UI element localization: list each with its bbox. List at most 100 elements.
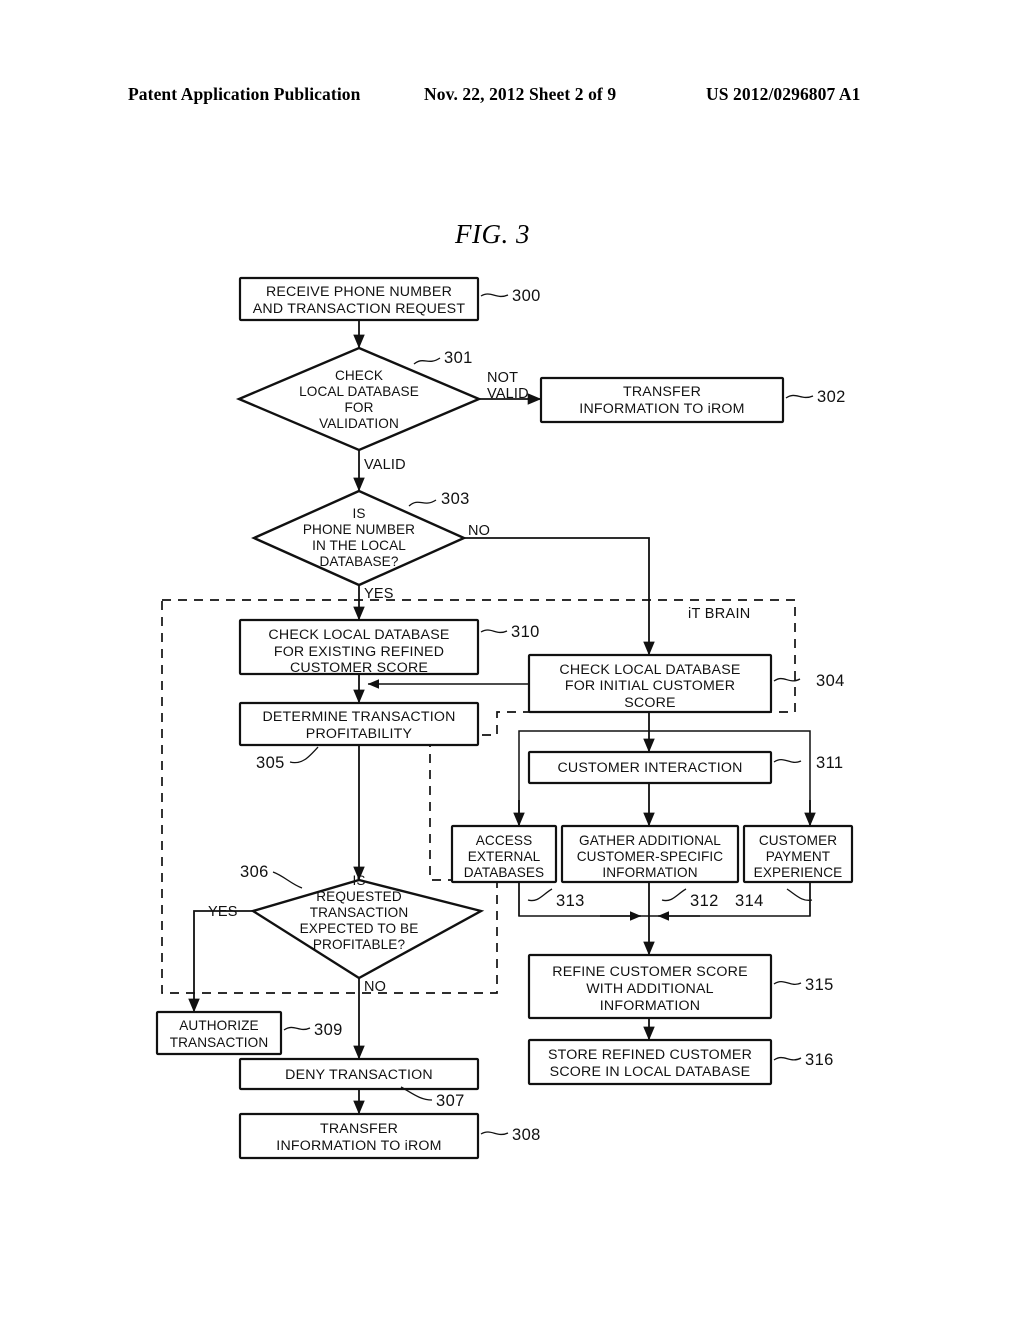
node-315-refine-customer-score[interactable]: REFINE CUSTOMER SCORE WITH ADDITIONAL IN… (527, 953, 773, 1020)
ref-number-313: 313 (556, 892, 585, 910)
node-304-check-local-database-initial-score[interactable]: CHECK LOCAL DATABASE FOR INITIAL CUSTOME… (527, 653, 773, 714)
node-312-line1: GATHER ADDITIONAL (579, 833, 721, 848)
node-315-line1: REFINE CUSTOMER SCORE (552, 964, 748, 980)
node-316-store-refined-customer-score[interactable]: STORE REFINED CUSTOMER SCORE IN LOCAL DA… (527, 1038, 773, 1086)
node-309-line2: TRANSACTION (170, 1035, 269, 1050)
node-306-line4: EXPECTED TO BE (300, 921, 419, 936)
node-310-line2: FOR EXISTING REFINED (274, 644, 444, 660)
node-310-check-local-database-refined-score[interactable]: CHECK LOCAL DATABASE FOR EXISTING REFINE… (238, 618, 480, 676)
node-305-line1: DETERMINE TRANSACTION (262, 709, 455, 725)
leader-309 (283, 1026, 311, 1031)
node-305-determine-transaction-profitability[interactable]: DETERMINE TRANSACTION PROFITABILITY (238, 701, 480, 747)
leader-316 (773, 1056, 802, 1061)
node-303-is-phone-number-in-local-database[interactable]: IS PHONE NUMBER IN THE LOCAL DATABASE? (251, 489, 467, 587)
node-303-line2: PHONE NUMBER (303, 522, 415, 537)
node-313-line2: EXTERNAL (468, 849, 541, 864)
leader-300 (480, 293, 509, 298)
node-301-line4: VALIDATION (319, 416, 399, 431)
node-311-customer-interaction[interactable]: CUSTOMER INTERACTION (527, 750, 773, 785)
leader-302 (785, 394, 814, 399)
edge-label-not-valid-line2: VALID (487, 386, 529, 402)
ref-number-311: 311 (816, 754, 844, 772)
node-300-line2: AND TRANSACTION REQUEST (253, 301, 466, 317)
node-312-gather-additional-customer-info[interactable]: GATHER ADDITIONAL CUSTOMER-SPECIFIC INFO… (560, 824, 740, 884)
it-brain-group-label: iT BRAIN (688, 606, 751, 622)
node-301-diamond (235, 346, 483, 452)
node-303-line3: IN THE LOCAL (312, 538, 406, 553)
ref-number-315: 315 (805, 976, 834, 994)
leader-303 (408, 499, 437, 507)
ref-number-306: 306 (240, 863, 269, 881)
leader-304 (773, 677, 801, 682)
edge-label-306-no: NO (364, 979, 386, 995)
node-307-line1: DENY TRANSACTION (285, 1067, 433, 1083)
node-303-line4: DATABASE? (320, 554, 399, 569)
edge-label-valid: VALID (364, 457, 406, 473)
ref-number-308: 308 (512, 1126, 541, 1144)
leader-306 (272, 871, 303, 889)
edge-label-not-valid-line1: NOT (487, 370, 518, 386)
ref-number-316: 316 (805, 1051, 834, 1069)
ref-number-301: 301 (444, 349, 473, 367)
connector-303-no-to-304 (464, 537, 655, 656)
ref-number-312: 312 (690, 892, 719, 910)
node-314-line2: PAYMENT (766, 849, 830, 864)
leader-313 (527, 888, 553, 902)
leader-308 (480, 1131, 509, 1136)
node-302-line2: INFORMATION TO iROM (579, 401, 744, 417)
node-306-line5: PROFITABLE? (313, 937, 406, 952)
node-313-line1: ACCESS (476, 833, 533, 848)
node-310-line1: CHECK LOCAL DATABASE (268, 627, 449, 643)
edge-label-303-no: NO (468, 523, 490, 539)
patent-figure-page: Patent Application Publication Nov. 22, … (0, 0, 1024, 1320)
node-303-line1: IS (352, 506, 365, 521)
node-301-check-local-database-validation[interactable]: CHECK LOCAL DATABASE FOR VALIDATION (235, 346, 483, 452)
node-310-line3: CUSTOMER SCORE (290, 660, 428, 676)
node-309-authorize-transaction[interactable]: AUTHORIZE TRANSACTION (155, 1010, 283, 1056)
node-300-line1: RECEIVE PHONE NUMBER (266, 284, 452, 300)
node-316-line1: STORE REFINED CUSTOMER (548, 1047, 752, 1063)
node-301-line3: FOR (345, 400, 374, 415)
node-305-line2: PROFITABILITY (306, 726, 413, 742)
node-301-line2: LOCAL DATABASE (299, 384, 419, 399)
node-302-line1: TRANSFER (623, 384, 701, 400)
ref-number-309: 309 (314, 1021, 343, 1039)
node-313-line3: DATABASES (464, 865, 544, 880)
node-306-line1: IS (352, 873, 365, 888)
node-306-is-transaction-expected-profitable[interactable]: IS REQUESTED TRANSACTION EXPECTED TO BE … (250, 873, 485, 980)
node-302-transfer-information-to-irom[interactable]: TRANSFER INFORMATION TO iROM (539, 376, 785, 424)
node-300-receive-phone-number[interactable]: RECEIVE PHONE NUMBER AND TRANSACTION REQ… (238, 276, 480, 322)
leader-311 (773, 758, 802, 763)
node-314-line1: CUSTOMER (759, 833, 837, 848)
node-308-line2: INFORMATION TO iROM (276, 1138, 441, 1154)
node-301-line1: CHECK (335, 368, 383, 383)
node-304-line2: FOR INITIAL CUSTOMER (565, 678, 735, 694)
ref-number-307: 307 (436, 1092, 465, 1110)
ref-number-304: 304 (816, 672, 845, 690)
leader-301 (413, 357, 441, 365)
edge-label-303-yes: YES (364, 586, 394, 602)
edge-label-306-yes: YES (208, 904, 238, 920)
ref-number-314: 314 (735, 892, 764, 910)
node-304-line3: SCORE (624, 695, 675, 711)
node-309-line1: AUTHORIZE (179, 1018, 258, 1033)
node-313-access-external-databases[interactable]: ACCESS EXTERNAL DATABASES (450, 824, 558, 884)
node-306-line3: TRANSACTION (310, 905, 409, 920)
node-314-customer-payment-experience[interactable]: CUSTOMER PAYMENT EXPERIENCE (742, 824, 854, 884)
ref-number-302: 302 (817, 388, 846, 406)
node-307-deny-transaction[interactable]: DENY TRANSACTION (238, 1057, 480, 1091)
leader-312 (661, 888, 687, 902)
ref-number-305: 305 (256, 754, 285, 772)
ref-number-303: 303 (441, 490, 470, 508)
node-312-line2: CUSTOMER-SPECIFIC (577, 849, 724, 864)
node-312-line3: INFORMATION (602, 865, 697, 880)
node-315-line2: WITH ADDITIONAL (586, 981, 714, 997)
node-304-line1: CHECK LOCAL DATABASE (559, 662, 740, 678)
node-314-line3: EXPERIENCE (754, 865, 843, 880)
node-308-line1: TRANSFER (320, 1121, 398, 1137)
ref-number-300: 300 (512, 287, 541, 305)
node-311-line1: CUSTOMER INTERACTION (557, 760, 742, 776)
ref-number-310: 310 (511, 623, 540, 641)
node-315-line3: INFORMATION (600, 998, 700, 1014)
node-308-transfer-information-to-irom[interactable]: TRANSFER INFORMATION TO iROM (238, 1112, 480, 1160)
